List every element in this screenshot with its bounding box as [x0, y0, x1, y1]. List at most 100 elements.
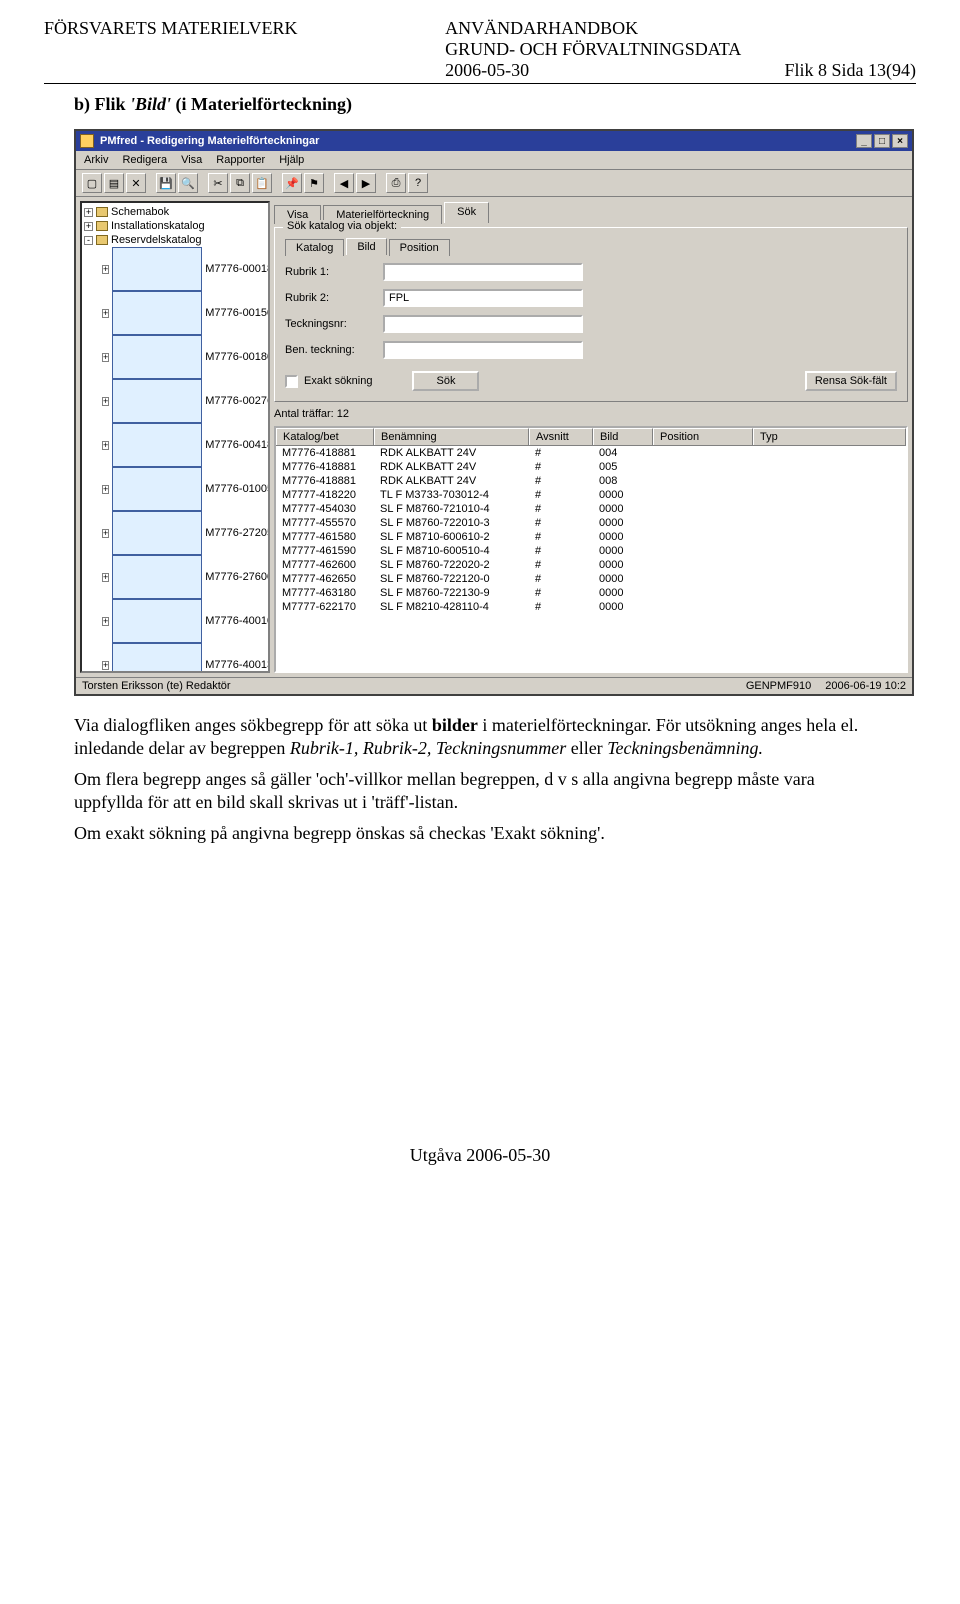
menu-rapporter[interactable]: Rapporter [216, 154, 265, 166]
tree-expander-icon[interactable]: + [102, 573, 109, 582]
col-katalogbet[interactable]: Katalog/bet [276, 428, 374, 445]
inner-tab-katalog[interactable]: Katalog [285, 239, 344, 256]
table-row[interactable]: M7777-462650SL F M8760-722120-0#0000 [276, 572, 906, 586]
label-teckningsnr: Teckningsnr: [285, 318, 377, 330]
tb-search-icon[interactable]: 🔍 [178, 173, 198, 193]
footer-edition: Utgåva 2006-05-30 [44, 1145, 916, 1186]
tb-copy-icon[interactable]: ⧉ [230, 173, 250, 193]
tab-sok[interactable]: Sök [444, 202, 489, 223]
table-row[interactable]: M7776-418881RDK ALKBATT 24V#008 [276, 474, 906, 488]
results-table[interactable]: Katalog/bet Benämning Avsnitt Bild Posit… [274, 426, 908, 673]
tree-expander-icon[interactable]: + [102, 353, 109, 362]
window-minimize-button[interactable]: _ [856, 134, 872, 148]
rensa-sokfalt-button[interactable]: Rensa Sök-fält [805, 371, 897, 391]
tb-cut-icon[interactable]: ✂ [208, 173, 228, 193]
table-row[interactable]: M7776-418881RDK ALKBATT 24V#005 [276, 460, 906, 474]
input-rubrik2[interactable] [383, 289, 583, 307]
menu-visa[interactable]: Visa [181, 154, 202, 166]
col-benamning[interactable]: Benämning [374, 428, 529, 445]
tree-expander-icon[interactable]: + [84, 208, 93, 217]
tree-node[interactable]: -Reservdelskatalog [84, 233, 266, 247]
tree-node[interactable]: +M7776-002760 [84, 379, 266, 423]
label-rubrik1: Rubrik 1: [285, 266, 377, 278]
table-row[interactable]: M7777-461580SL F M8710-600610-2#0000 [276, 530, 906, 544]
col-bild[interactable]: Bild [593, 428, 653, 445]
tb-print-icon[interactable]: ⎙ [386, 173, 406, 193]
col-position[interactable]: Position [653, 428, 753, 445]
tree-node[interactable]: +M7776-000180 [84, 247, 266, 291]
tree-node[interactable]: +M7776-400101 [84, 599, 266, 643]
input-rubrik1[interactable] [383, 263, 583, 281]
tb-paste-icon[interactable]: 📋 [252, 173, 272, 193]
tree-node[interactable]: +Schemabok [84, 205, 266, 219]
col-typ[interactable]: Typ [753, 428, 906, 445]
tb-delete-icon[interactable]: ✕ [126, 173, 146, 193]
tb-open-icon[interactable]: ▤ [104, 173, 124, 193]
tree-node[interactable]: +M7776-001800 [84, 335, 266, 379]
tree-node[interactable]: +M7776-400131 [84, 643, 266, 673]
tb-save-icon[interactable]: 💾 [156, 173, 176, 193]
inner-tabs: Katalog Bild Position [285, 238, 897, 255]
table-row[interactable]: M7777-622170SL F M8210-428110-4#0000 [276, 600, 906, 614]
menu-redigera[interactable]: Redigera [122, 154, 167, 166]
window-maximize-button[interactable]: □ [874, 134, 890, 148]
statusbar: Torsten Eriksson (te) Redaktör GENPMF910… [76, 677, 912, 694]
col-avsnitt[interactable]: Avsnitt [529, 428, 593, 445]
table-row[interactable]: M7777-455570SL F M8760-722010-3#0000 [276, 516, 906, 530]
table-row[interactable]: M7777-454030SL F M8760-721010-4#0000 [276, 502, 906, 516]
app-window: PMfred - Redigering Materielförteckninga… [74, 129, 914, 696]
tree-expander-icon[interactable]: - [84, 236, 93, 245]
folder-icon [96, 235, 108, 245]
page-icon [112, 643, 202, 673]
tree-node[interactable]: +M7776-004180 [84, 423, 266, 467]
page-icon [112, 379, 202, 423]
input-teckningsnr[interactable] [383, 315, 583, 333]
tb-flag-icon[interactable]: ⚑ [304, 173, 324, 193]
page-icon [112, 423, 202, 467]
label-benteckning: Ben. teckning: [285, 344, 377, 356]
tree-node[interactable]: +M7776-001500 [84, 291, 266, 335]
table-row[interactable]: M7777-463180SL F M8760-722130-9#0000 [276, 586, 906, 600]
app-icon [80, 134, 94, 148]
folder-icon [96, 221, 108, 231]
tb-help-icon[interactable]: ? [408, 173, 428, 193]
table-row[interactable]: M7777-462600SL F M8760-722020-2#0000 [276, 558, 906, 572]
label-exakt-sokning: Exakt sökning [304, 375, 372, 387]
tree-expander-icon[interactable]: + [102, 529, 109, 538]
folder-icon [96, 207, 108, 217]
status-code: GENPMF910 [746, 680, 811, 692]
page-icon [112, 247, 202, 291]
tree-expander-icon[interactable]: + [102, 397, 109, 406]
titlebar[interactable]: PMfred - Redigering Materielförteckninga… [76, 131, 912, 151]
tree-expander-icon[interactable]: + [102, 661, 109, 670]
tree-node[interactable]: +M7776-010051 [84, 467, 266, 511]
inner-tab-bild[interactable]: Bild [346, 238, 386, 255]
input-benteckning[interactable] [383, 341, 583, 359]
tree-pane[interactable]: +Schemabok+Installationskatalog-Reservde… [80, 201, 270, 673]
tree-expander-icon[interactable]: + [102, 485, 109, 494]
hdr-right2: GRUND- OCH FÖRVALTNINGSDATA [445, 39, 916, 60]
table-row[interactable]: M7776-418881RDK ALKBATT 24V#004 [276, 446, 906, 460]
tree-expander-icon[interactable]: + [102, 617, 109, 626]
sok-button[interactable]: Sök [412, 371, 479, 391]
table-row[interactable]: M7777-418220TL F M3733-703012-4#0000 [276, 488, 906, 502]
table-row[interactable]: M7777-461590SL F M8710-600510-4#0000 [276, 544, 906, 558]
tree-expander-icon[interactable]: + [84, 222, 93, 231]
checkbox-exakt-sokning[interactable] [285, 375, 298, 388]
inner-tab-position[interactable]: Position [389, 239, 450, 256]
window-close-button[interactable]: × [892, 134, 908, 148]
tb-prev-icon[interactable]: ◀ [334, 173, 354, 193]
tb-new-icon[interactable]: ▢ [82, 173, 102, 193]
body-text: Via dialogfliken anges sökbegrepp för at… [74, 714, 886, 845]
tree-node[interactable]: +M7776-272050 [84, 511, 266, 555]
tree-expander-icon[interactable]: + [102, 309, 109, 318]
tb-pin-icon[interactable]: 📌 [282, 173, 302, 193]
menu-hjalp[interactable]: Hjälp [279, 154, 304, 166]
tree-expander-icon[interactable]: + [102, 441, 109, 450]
status-datetime: 2006-06-19 10:2 [825, 680, 906, 692]
tb-next-icon[interactable]: ▶ [356, 173, 376, 193]
tree-node[interactable]: +Installationskatalog [84, 219, 266, 233]
tree-node[interactable]: +M7776-276007 [84, 555, 266, 599]
menu-arkiv[interactable]: Arkiv [84, 154, 108, 166]
tree-expander-icon[interactable]: + [102, 265, 109, 274]
